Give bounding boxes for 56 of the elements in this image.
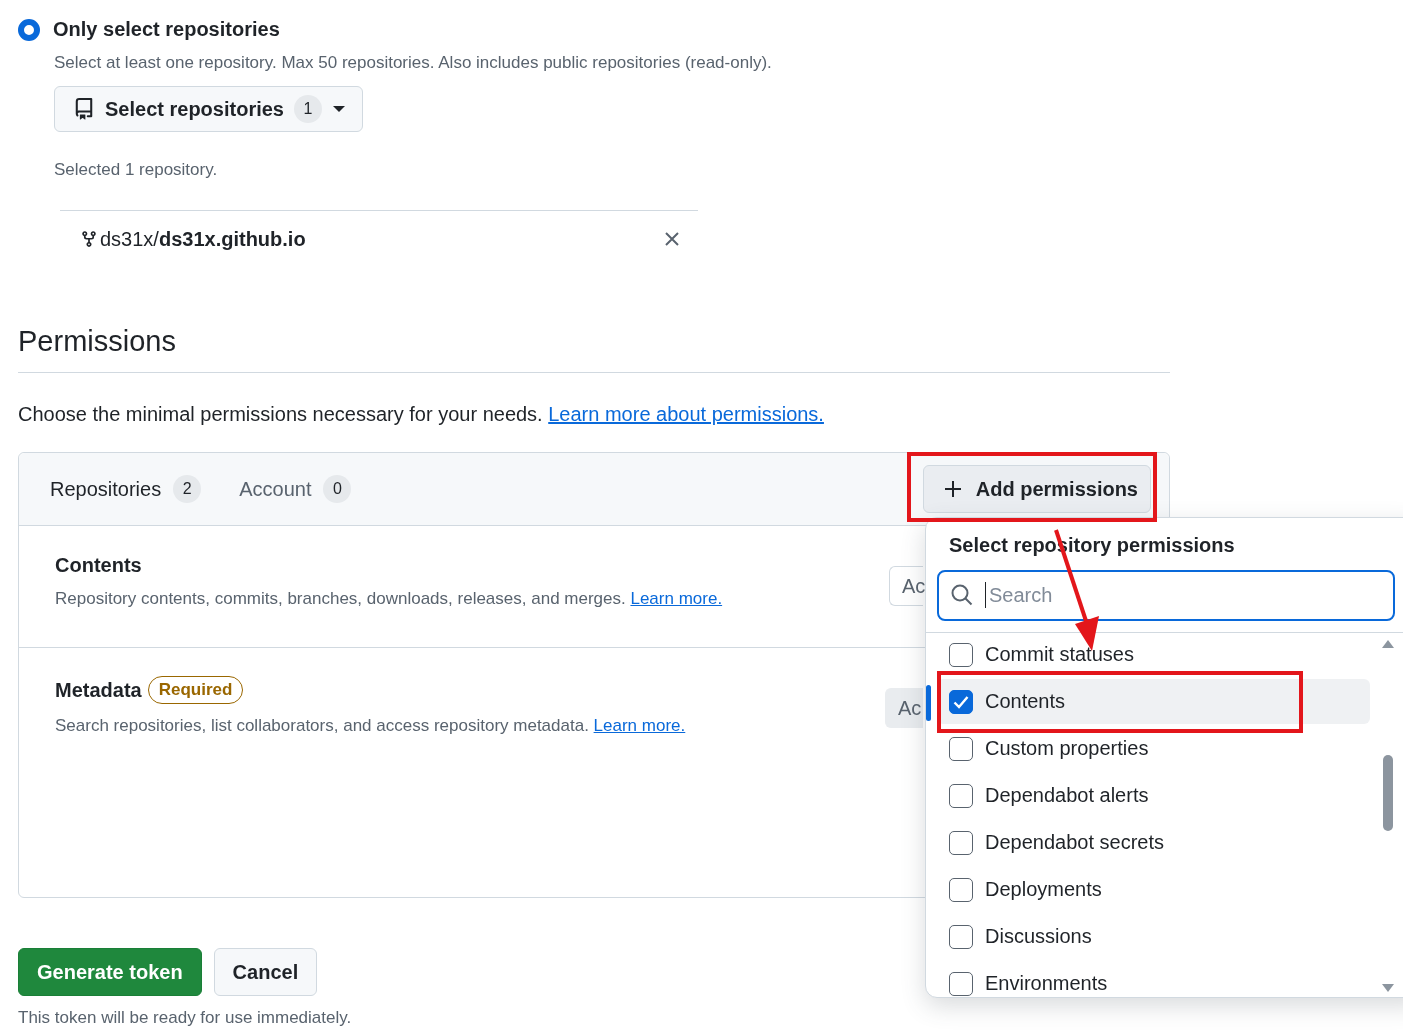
- access-button[interactable]: Ac: [889, 566, 923, 606]
- learn-more-link[interactable]: Learn more about permissions.: [548, 403, 824, 425]
- fork-icon: [80, 228, 98, 250]
- search-icon: [951, 584, 973, 606]
- checkbox[interactable]: [949, 689, 973, 714]
- add-permissions-button[interactable]: Add permissions: [922, 465, 1151, 513]
- count-badge: 0: [323, 475, 352, 503]
- repo-icon: [73, 97, 95, 121]
- note-text: This token will be ready for use immediately.: [18, 1008, 352, 1028]
- checkbox[interactable]: [949, 924, 973, 949]
- search-field[interactable]: Search: [937, 570, 1395, 621]
- count-badge: 1: [293, 95, 322, 123]
- checkbox[interactable]: [949, 877, 973, 902]
- option-label: Custom properties: [985, 737, 1149, 760]
- option-label: Contents: [985, 690, 1066, 713]
- close-icon[interactable]: [664, 231, 680, 247]
- permission-option[interactable]: Dependabot secrets: [937, 820, 1370, 865]
- checkbox[interactable]: [949, 736, 973, 761]
- option-label: Environments: [985, 972, 1108, 995]
- permission-name: Contents: [55, 554, 142, 577]
- plus-icon: [943, 480, 962, 498]
- tab[interactable]: Repositories 2: [50, 475, 202, 503]
- check-icon: [953, 694, 969, 709]
- select-repositories-button[interactable]: Select repositories 1: [54, 86, 363, 132]
- permission-option[interactable]: Dependabot alerts: [937, 773, 1370, 818]
- option-label: Deployments: [985, 878, 1102, 901]
- option-label: Dependabot secrets: [985, 831, 1164, 854]
- checkbox[interactable]: [949, 783, 973, 808]
- text-cursor: [985, 582, 986, 608]
- hint-text: Select at least one repository. Max 50 repositories. Also includes public repositories (read-only).: [54, 53, 773, 73]
- tab[interactable]: Account 0: [239, 475, 352, 503]
- permission-name: Metadata: [55, 678, 142, 702]
- radio-label: Only select repositories: [53, 18, 280, 41]
- checkbox[interactable]: [949, 642, 973, 667]
- learn-more-link[interactable]: Learn more.: [593, 716, 686, 735]
- permission-option[interactable]: Deployments: [937, 867, 1370, 912]
- active-indicator: [926, 685, 931, 721]
- selection-summary: Selected 1 repository.: [54, 160, 219, 180]
- repository-name: ds31x/ds31x.github.io: [100, 227, 307, 251]
- cancel-button[interactable]: Cancel: [213, 948, 318, 996]
- count-badge: 2: [173, 475, 202, 503]
- radio-button[interactable]: [18, 18, 40, 41]
- permission-option[interactable]: Commit statuses: [937, 632, 1370, 677]
- section-heading: Permissions: [18, 325, 1170, 373]
- learn-more-link[interactable]: Learn more.: [630, 589, 723, 608]
- permission-option[interactable]: Environments: [937, 961, 1370, 997]
- caret-icon: [331, 104, 346, 114]
- option-label: Commit statuses: [985, 643, 1134, 666]
- checkbox[interactable]: [949, 830, 973, 855]
- option-label: Dependabot alerts: [985, 784, 1149, 807]
- intro-text: Choose the minimal permissions necessary for your needs. Learn more about permissions.: [18, 403, 825, 426]
- checkbox[interactable]: [949, 971, 973, 996]
- permission-option[interactable]: Custom properties: [937, 726, 1370, 771]
- generate-token-button[interactable]: Generate token: [18, 948, 202, 996]
- permission-option[interactable]: Discussions: [937, 914, 1370, 959]
- option-label: Discussions: [985, 925, 1092, 948]
